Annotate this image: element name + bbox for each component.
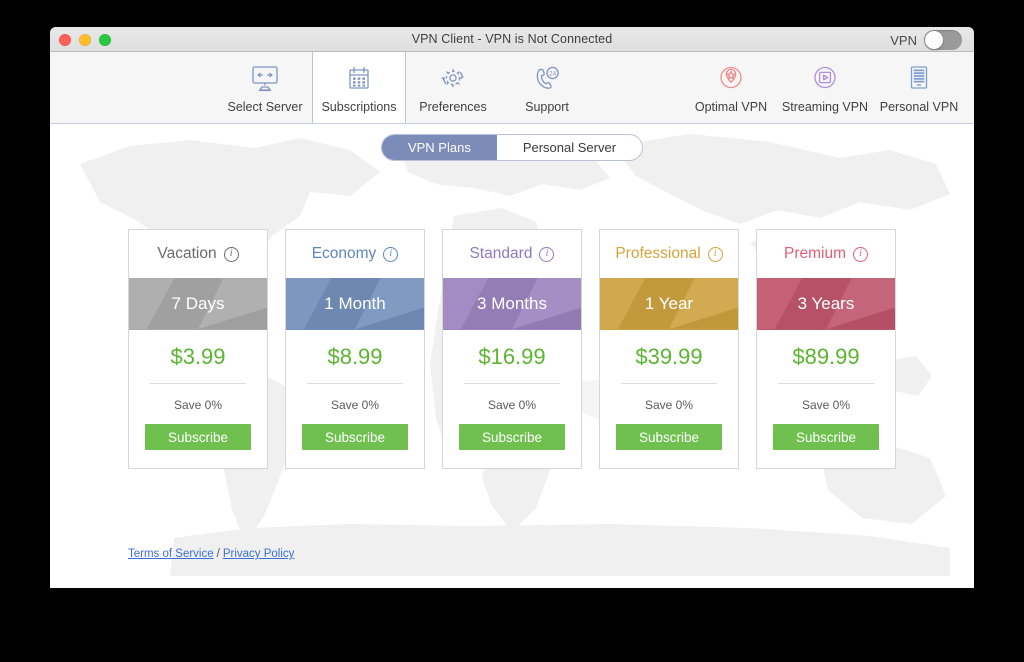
toolbar-item-label: Support [525,100,569,114]
plan-duration: 3 Years [797,294,855,313]
monitor-arrows-icon [248,61,282,95]
plan-duration: 3 Months [477,294,547,313]
vpn-toggle-label: VPN [890,32,917,48]
plan-duration-banner: 1 Year [600,278,738,330]
segment-personal-server[interactable]: Personal Server [497,135,642,160]
toolbar-item-label: Preferences [419,100,487,114]
toolbar-item-personal-vpn[interactable]: Personal VPN [872,52,966,123]
plan-name: Vacation [157,245,217,262]
toolbar-item-label: Personal VPN [879,100,959,114]
calendar-icon [342,61,376,95]
plan-duration-banner: 7 Days [129,278,267,330]
info-icon[interactable]: i [853,246,868,262]
info-icon[interactable]: i [707,246,723,262]
vpn-toggle-group[interactable]: VPN [890,30,962,50]
plan-card-header: Standard i [443,230,581,278]
subscribe-button[interactable]: Subscribe [459,424,565,450]
plan-savings: Save 0% [487,398,537,412]
vpn-toggle-switch[interactable] [924,30,962,50]
plan-duration: 1 Month [324,294,386,313]
plan-cards-list: Vacation i 7 Days $3.99 Save 0% Subscrib… [128,229,896,469]
subscribe-button[interactable]: Subscribe [616,424,722,450]
plan-card-header: Professional i [600,230,738,278]
close-window-button[interactable] [59,34,71,46]
plan-savings: Save 0% [801,398,851,412]
plan-card-header: Vacation i [129,230,267,278]
plan-price: $89.99 [792,344,860,369]
plan-name: Economy [311,245,377,262]
plan-card-professional[interactable]: Professional i 1 Year $39.99 Save 0% Sub… [599,229,739,469]
privacy-policy-link[interactable]: Privacy Policy [223,548,295,560]
plan-card-premium[interactable]: Premium i 3 Years $89.99 Save 0% Subscri… [756,229,896,469]
traffic-light-buttons [59,34,111,46]
toolbar-item-label: Subscriptions [321,100,397,114]
plan-card-economy[interactable]: Economy i 1 Month $8.99 Save 0% Subscrib… [285,229,425,469]
app-window: VPN Client - VPN is Not Connected VPN Se… [50,27,974,588]
gear-refresh-icon [436,61,470,95]
subscribe-button[interactable]: Subscribe [145,424,251,450]
toolbar-item-subscriptions[interactable]: Subscriptions [312,52,406,123]
toolbar-secondary-group: Optimal VPN Streaming VPN Personal VPN [684,52,966,123]
main-toolbar: Select Server Subscriptions Preferences … [50,52,974,124]
plan-duration-banner: 3 Years [757,278,895,330]
plan-duration: 7 Days [171,294,225,313]
minimize-window-button[interactable] [79,34,91,46]
plan-price: $39.99 [635,344,703,369]
subscribe-button[interactable]: Subscribe [773,424,879,450]
content-area: VPN Plans Personal Server Vacation i 7 D… [50,124,974,587]
plan-name: Standard [469,245,533,262]
star-pin-icon [714,61,748,95]
svg-text:24: 24 [549,71,557,78]
plan-savings: Save 0% [644,398,694,412]
plan-card-header: Economy i [286,230,424,278]
toolbar-item-label: Select Server [227,100,303,114]
plan-savings: Save 0% [173,398,223,412]
vpn-toggle-knob [925,31,943,49]
title-bar: VPN Client - VPN is Not Connected VPN [50,27,974,52]
view-segmented-control[interactable]: VPN Plans Personal Server [380,134,644,161]
toolbar-primary-group: Select Server Subscriptions Preferences … [218,52,594,123]
link-separator: / [216,548,220,560]
plan-price: $16.99 [478,344,546,369]
info-icon[interactable]: i [539,246,555,262]
toolbar-item-preferences[interactable]: Preferences [406,52,500,123]
toolbar-item-support[interactable]: 24 Support [500,52,594,123]
info-icon[interactable]: i [223,246,239,262]
plan-card-header: Premium i [757,230,895,278]
plan-duration: 1 Year [644,294,694,313]
plan-duration-banner: 1 Month [286,278,424,330]
plan-card-vacation[interactable]: Vacation i 7 Days $3.99 Save 0% Subscrib… [128,229,268,469]
phone-24-icon: 24 [530,61,564,95]
plan-name: Premium [783,245,846,262]
toolbar-item-label: Streaming VPN [781,100,869,114]
toolbar-item-optimal-vpn[interactable]: Optimal VPN [684,52,778,123]
window-title: VPN Client - VPN is Not Connected [411,32,613,46]
toolbar-item-streaming-vpn[interactable]: Streaming VPN [778,52,872,123]
toolbar-item-select-server[interactable]: Select Server [218,52,312,123]
maximize-window-button[interactable] [99,34,111,46]
footer-links: Terms of Service / Privacy Policy [128,548,294,560]
plan-savings: Save 0% [330,398,380,412]
plan-name: Professional [615,245,701,262]
terms-of-service-link[interactable]: Terms of Service [128,548,214,560]
segment-vpn-plans[interactable]: VPN Plans [381,135,497,160]
plan-price: $3.99 [170,344,226,369]
plan-card-standard[interactable]: Standard i 3 Months $16.99 Save 0% Subsc… [442,229,582,469]
plan-price: $8.99 [327,344,383,369]
subscribe-button[interactable]: Subscribe [302,424,408,450]
info-icon[interactable]: i [383,246,399,262]
toolbar-item-label: Optimal VPN [694,100,768,114]
plan-duration-banner: 3 Months [443,278,581,330]
play-circle-icon [808,61,842,95]
server-rack-icon [902,61,936,95]
